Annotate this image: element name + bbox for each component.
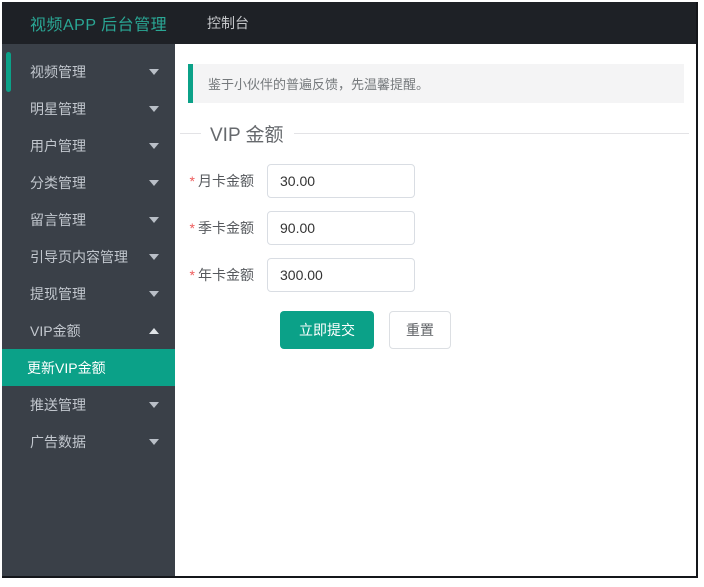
sidebar-subitem-label: 更新VIP金额 — [27, 359, 106, 376]
sidebar-subitem-update-vip-amount-active[interactable]: 更新VIP金额 — [2, 349, 175, 386]
quarterly-amount-label: * 季卡金额 — [189, 220, 254, 236]
page-title: VIP 金额 — [210, 125, 284, 146]
sidebar-item-message-mgmt[interactable]: 留言管理 — [2, 201, 175, 238]
sidebar-item-label: 用户管理 — [30, 137, 86, 154]
main-content: 鉴于小伙伴的普遍反馈，先温馨提醒。 VIP 金额 * 月卡金额 30.00 * … — [175, 44, 696, 576]
sidebar-item-label: 视频管理 — [30, 63, 86, 80]
form-row-yearly: * 年卡金额 — [175, 258, 696, 292]
sidebar-item-vip-amount[interactable]: VIP金额 — [2, 312, 175, 349]
required-asterisk: * — [189, 173, 195, 189]
sidebar-item-label: 明星管理 — [30, 100, 86, 117]
divider-line-right — [293, 133, 689, 134]
top-bar: 视频APP 后台管理 控制台 — [2, 2, 696, 44]
notice-text: 鉴于小伙伴的普遍反馈，先温馨提醒。 — [208, 77, 430, 92]
required-asterisk: * — [189, 220, 195, 236]
vip-amount-form: *月卡金额 *季卡金额 *年卡金额 — [175, 164, 696, 349]
form-buttons: 立即提交 重置 — [280, 311, 696, 349]
screen: 视频APP 后台管理 控制台 视频管理 明星管理 用户管理 分类管理 留言管理 … — [0, 0, 704, 587]
yearly-amount-input[interactable] — [267, 258, 415, 292]
required-asterisk: * — [189, 267, 195, 283]
app-logo[interactable]: 视频APP 后台管理 — [2, 11, 175, 35]
chevron-down-icon — [149, 105, 159, 112]
chevron-down-icon — [149, 216, 159, 223]
notice-banner: 鉴于小伙伴的普遍反馈，先温馨提醒。 — [188, 64, 684, 103]
sidebar-item-user-mgmt[interactable]: 用户管理 — [2, 127, 175, 164]
sidebar-item-label: 推送管理 — [30, 396, 86, 413]
sidebar-item-label: 引导页内容管理 — [30, 248, 128, 265]
sidebar-scrollbar-thumb[interactable] — [6, 52, 11, 92]
nav-tab-console[interactable]: 控制台 — [207, 13, 249, 33]
chevron-down-icon — [149, 179, 159, 186]
chevron-up-icon — [149, 327, 159, 334]
chevron-down-icon — [149, 253, 159, 260]
sidebar-item-withdraw-mgmt[interactable]: 提现管理 — [2, 275, 175, 312]
body-row: 视频管理 明星管理 用户管理 分类管理 留言管理 引导页内容管理 提现管理 VI… — [2, 44, 696, 576]
sidebar: 视频管理 明星管理 用户管理 分类管理 留言管理 引导页内容管理 提现管理 VI… — [2, 44, 175, 576]
reset-button[interactable]: 重置 — [389, 311, 451, 349]
yearly-amount-label: * 年卡金额 — [189, 267, 254, 283]
form-row-quarterly: * 季卡金额 — [175, 211, 696, 245]
chevron-down-icon — [149, 68, 159, 75]
sidebar-item-push-mgmt[interactable]: 推送管理 — [2, 386, 175, 423]
chevron-down-icon — [149, 401, 159, 408]
quarterly-amount-input[interactable] — [267, 211, 415, 245]
app-window: 视频APP 后台管理 控制台 视频管理 明星管理 用户管理 分类管理 留言管理 … — [2, 2, 698, 578]
sidebar-item-guide-page-mgmt[interactable]: 引导页内容管理 — [2, 238, 175, 275]
sidebar-item-ad-data[interactable]: 广告数据 — [2, 423, 175, 460]
sidebar-item-label: 提现管理 — [30, 285, 86, 302]
submit-button[interactable]: 立即提交 — [280, 311, 374, 349]
chevron-down-icon — [149, 290, 159, 297]
chevron-down-icon — [149, 438, 159, 445]
monthly-amount-label: * 月卡金额 — [189, 173, 254, 189]
sidebar-item-label: 分类管理 — [30, 174, 86, 191]
sidebar-item-label: VIP金额 — [30, 322, 81, 339]
sidebar-item-label: 留言管理 — [30, 211, 86, 228]
divider-line-left — [180, 133, 201, 134]
chevron-down-icon — [149, 142, 159, 149]
sidebar-item-category-mgmt[interactable]: 分类管理 — [2, 164, 175, 201]
sidebar-item-label: 广告数据 — [30, 433, 86, 450]
sidebar-item-video-mgmt[interactable]: 视频管理 — [2, 53, 175, 90]
sidebar-item-star-mgmt[interactable]: 明星管理 — [2, 90, 175, 127]
section-header: VIP 金额 — [175, 120, 696, 147]
form-row-monthly: * 月卡金额 — [175, 164, 696, 198]
monthly-amount-input[interactable] — [267, 164, 415, 198]
